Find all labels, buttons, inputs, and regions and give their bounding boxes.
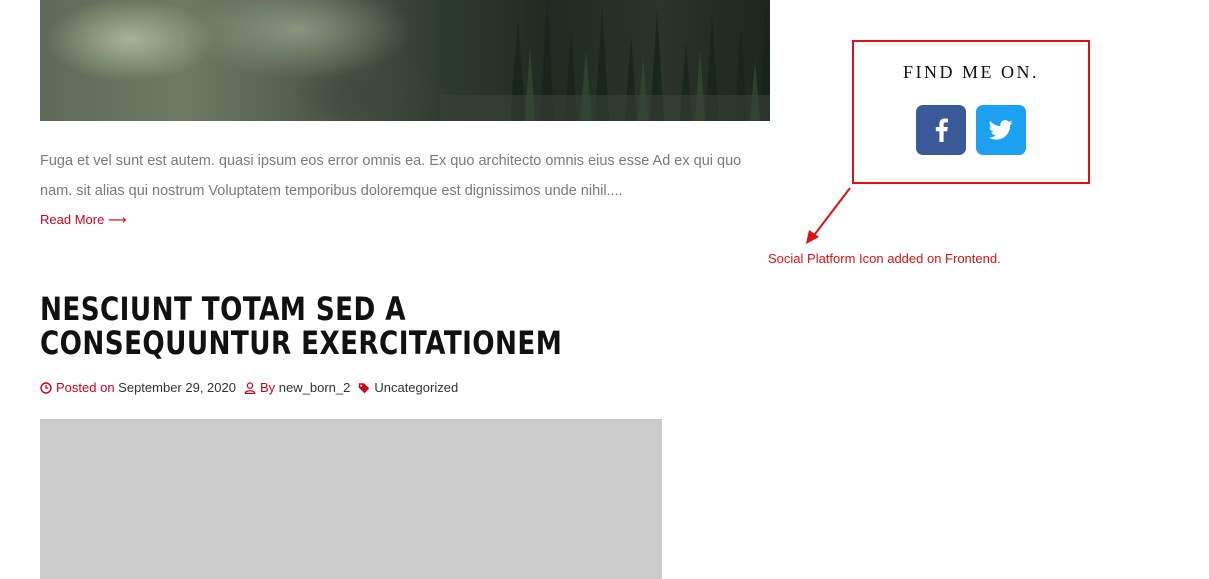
forest-image [440,0,770,121]
tag-icon [359,383,370,394]
post-meta: Posted on September 29, 2020 By new_born… [40,379,458,397]
post-author[interactable]: new_born_2 [279,379,351,397]
facebook-button[interactable] [916,105,966,155]
post-featured-image-placeholder [40,419,662,579]
twitter-button[interactable] [976,105,1026,155]
social-widget: FIND ME ON. [852,40,1090,184]
clock-icon [40,382,52,394]
facebook-icon [935,118,948,142]
annotation-arrow-icon [806,187,851,244]
read-more-link[interactable]: Read More ⟶ [40,212,127,228]
post-category[interactable]: Uncategorized [374,379,458,397]
social-icons-row [854,105,1088,155]
posted-on-label: Posted on [56,380,115,395]
post-date[interactable]: September 29, 2020 [118,379,236,397]
by-label: By [259,380,276,395]
post-title[interactable]: Nesciunt totam sed a consequuntur exerci… [40,292,565,360]
twitter-icon [989,120,1013,140]
annotation-label: Social Platform Icon added on Frontend. [768,251,1001,266]
user-icon [244,382,256,394]
previous-post-featured-image [40,0,770,121]
widget-title: FIND ME ON. [902,62,1039,82]
post-excerpt: Fuga et vel sunt est autem. quasi ipsum … [40,153,742,199]
